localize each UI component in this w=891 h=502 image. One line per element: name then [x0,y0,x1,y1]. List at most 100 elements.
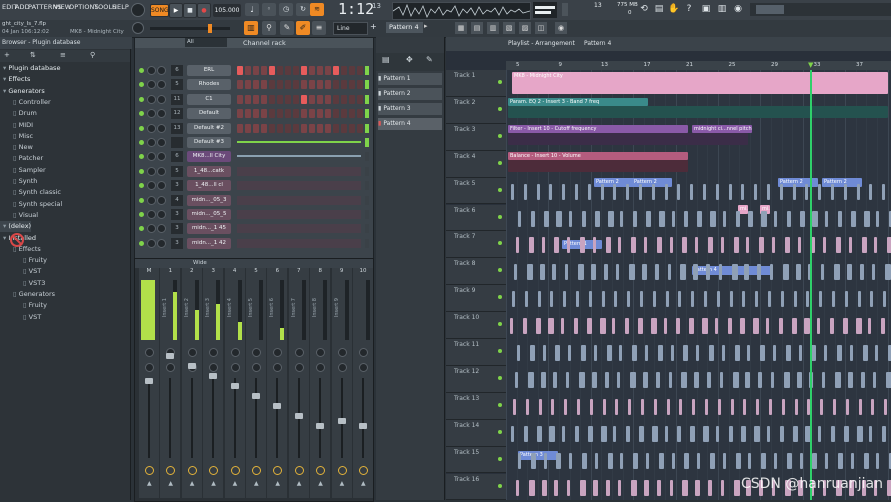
playlist-clip[interactable] [850,210,856,227]
track-mute-led[interactable] [498,295,502,300]
playlist-clip[interactable] [511,183,514,200]
playlist-clip[interactable] [683,345,689,361]
browser-item[interactable]: ▾ Effects [0,74,30,85]
channel-mixer-track[interactable]: 3 [171,209,183,220]
playlist-clip[interactable] [605,479,610,496]
channel-mute-led[interactable] [139,111,144,117]
playlist-clip[interactable] [706,264,710,281]
playlist-clip[interactable] [846,264,852,281]
channel-mute-led[interactable] [139,96,144,102]
playlist-clip[interactable] [657,345,663,361]
playlist-clip[interactable] [620,210,624,227]
step-button[interactable] [325,109,331,119]
playlist-clip[interactable] [569,452,573,469]
channel-mixer-track[interactable] [171,137,183,148]
route-arrow-icon[interactable]: ▲ [233,480,238,487]
channel-name-button[interactable]: midn..._05_5 [187,209,231,220]
playlist-clip[interactable] [848,237,852,254]
playlist-clip[interactable] [671,210,675,227]
mixer-stereo-knob[interactable] [273,363,283,372]
playlist-clip[interactable] [577,398,580,415]
step-button[interactable] [349,109,355,119]
step-button[interactable] [309,80,315,90]
playlist-clip[interactable] [615,398,619,415]
step-button[interactable] [325,80,331,90]
playlist-clip[interactable] [690,183,694,200]
playlist-clip[interactable] [600,183,604,200]
channel-mute-led[interactable] [139,82,144,88]
browser-item[interactable]: ▯ VST [0,312,41,323]
playlist-clip[interactable] [651,183,655,200]
tool-channel-icon[interactable]: ▤ [471,22,483,34]
playlist-clip[interactable] [819,291,823,308]
channel-select-indicator[interactable] [365,195,369,205]
playlist-clip[interactable] [626,425,631,442]
brush-tool-button[interactable]: ✎ [280,21,294,35]
playlist-clip[interactable] [818,425,822,442]
channel-volume-knob[interactable] [157,152,166,162]
track-header[interactable]: Track 10 [446,312,506,339]
help-button[interactable]: ? [683,3,695,16]
step-button[interactable] [301,80,307,90]
playlist-clip[interactable] [703,425,709,442]
send-icon[interactable] [294,466,304,475]
step-button[interactable] [301,109,307,119]
touch-controller-button[interactable]: ✋ [668,3,680,16]
playlist-clip[interactable] [741,183,745,200]
playlist-clip[interactable] [575,425,579,442]
playlist-clip[interactable] [876,452,880,469]
step-button[interactable] [269,123,275,133]
playlist-clip[interactable] [589,398,593,415]
browser-item[interactable]: ▯ VST [0,266,41,277]
master-pitch-knob[interactable] [132,22,144,34]
channel-select-indicator[interactable] [365,66,369,75]
volume-fader[interactable] [337,418,346,424]
fader-track[interactable] [190,378,193,458]
channel-row[interactable]: 3 1_48...ll cl [135,179,373,193]
playlist-clip[interactable] [656,479,661,496]
step-button[interactable] [325,94,331,104]
playlist-clip[interactable] [769,398,772,415]
playlist-clip[interactable]: Pattern 2 [778,178,818,187]
channel-volume-knob[interactable] [157,181,166,191]
browser-item[interactable]: ▯ Generators [0,289,55,300]
playlist-clip[interactable] [614,291,618,308]
channel-volume-knob[interactable] [157,66,166,75]
playlist-clip[interactable] [575,183,578,200]
channel-name-button[interactable]: 1_48...catk [187,165,231,177]
tool-mixer-icon[interactable]: ▦ [455,22,467,34]
send-icon[interactable] [359,466,368,475]
mixer-strip[interactable]: 2 Insert 2 ▲ [181,268,202,498]
playlist-clip[interactable] [794,398,798,415]
playlist-clip[interactable] [798,345,802,361]
pattern-item[interactable]: ▮ Pattern 4 [378,118,442,130]
playlist-clip[interactable] [783,371,790,388]
playlist-clip[interactable] [594,452,598,469]
track-mute-led[interactable] [498,187,502,192]
playlist-clip[interactable] [742,291,746,308]
playlist-clip[interactable] [812,210,819,227]
playlist-clip[interactable] [669,237,673,254]
channel-volume-knob[interactable] [157,224,166,234]
playlist-clip[interactable] [761,452,767,469]
route-arrow-icon[interactable]: ▲ [275,480,280,487]
playlist-clip[interactable] [567,479,571,496]
playlist-clip[interactable] [653,398,657,415]
browser-item[interactable]: ▯ Patcher [0,153,43,164]
playlist-clip[interactable] [527,371,534,388]
track-header[interactable]: Track 14 [446,419,506,447]
plugin-picker-button[interactable]: ▤ [653,3,665,16]
browser-item[interactable]: ▯ Misc [0,131,33,142]
playlist-clip[interactable] [856,183,860,200]
playlist-clip[interactable] [756,398,760,415]
step-button[interactable] [349,123,355,133]
browser-item[interactable]: ▯ Synth [0,176,37,187]
browser-sort-icon[interactable]: ≡ [60,51,66,59]
playlist-clip[interactable] [671,452,675,469]
playlist-clip[interactable] [539,264,545,281]
playlist-clip[interactable] [594,210,600,227]
browser-item[interactable]: ▯ VST3 [0,278,45,289]
mixer-strip[interactable]: M ▲ [139,268,159,498]
playlist-clip[interactable] [747,345,751,361]
channel-pan-knob[interactable] [147,210,156,219]
